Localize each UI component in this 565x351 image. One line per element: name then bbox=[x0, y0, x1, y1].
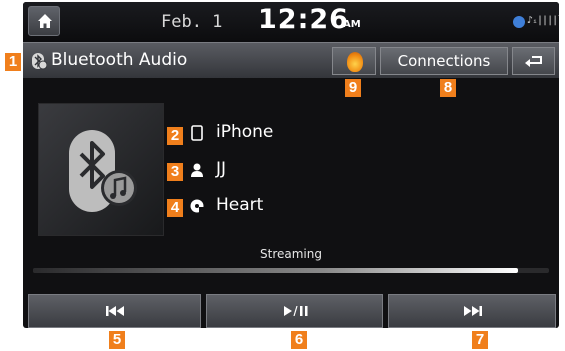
song-title: Heart bbox=[216, 195, 264, 215]
bluetooth-music-icon bbox=[69, 130, 137, 212]
next-track-button[interactable] bbox=[388, 294, 556, 328]
status-ampm: AM bbox=[343, 19, 361, 30]
previous-track-button[interactable] bbox=[28, 294, 201, 328]
home-icon bbox=[38, 14, 52, 28]
status-date: Feb. 1 bbox=[161, 12, 223, 32]
bluetooth-icon bbox=[513, 16, 525, 28]
callout-9: 9 bbox=[345, 79, 361, 97]
voice-assistant-button[interactable] bbox=[332, 47, 376, 75]
album-art bbox=[38, 103, 164, 236]
progress-bar bbox=[33, 268, 549, 273]
back-icon bbox=[525, 56, 542, 67]
title-bar: Bluetooth Audio Connections bbox=[23, 42, 559, 78]
play-pause-button[interactable] bbox=[206, 294, 383, 328]
callout-7: 7 bbox=[472, 331, 488, 349]
voice-assistant-icon bbox=[347, 52, 363, 72]
callout-3: 3 bbox=[167, 163, 183, 181]
home-button[interactable] bbox=[28, 6, 60, 36]
song-icon bbox=[190, 199, 204, 213]
callout-2: 2 bbox=[167, 127, 183, 145]
source-title: Bluetooth Audio bbox=[51, 50, 188, 70]
callout-1: 1 bbox=[5, 53, 21, 71]
connections-button[interactable]: Connections bbox=[380, 47, 508, 75]
phone-icon bbox=[191, 125, 203, 141]
back-button[interactable] bbox=[512, 47, 555, 75]
previous-track-icon bbox=[106, 306, 124, 316]
device-name: iPhone bbox=[216, 122, 274, 142]
progress-fill bbox=[33, 268, 519, 273]
callout-6: 6 bbox=[291, 331, 307, 349]
artist-icon bbox=[191, 163, 203, 177]
status-bar: Feb. 1 12:26 AM ♪ᵢ||||ᵀᵃ bbox=[23, 2, 559, 42]
callout-5: 5 bbox=[109, 331, 125, 349]
signal-bars-icon: ♪ᵢ||||ᵀᵃ bbox=[527, 15, 559, 26]
artist-name: JJ bbox=[216, 159, 227, 179]
status-time: 12:26 bbox=[258, 4, 349, 35]
bluetooth-audio-icon bbox=[32, 53, 47, 70]
playback-status: Streaming bbox=[260, 247, 322, 261]
next-track-icon bbox=[464, 306, 482, 316]
play-pause-icon bbox=[284, 306, 308, 316]
callout-4: 4 bbox=[167, 199, 183, 217]
head-unit-screen: Feb. 1 12:26 AM ♪ᵢ||||ᵀᵃ Bluetooth Audio… bbox=[23, 2, 559, 328]
callout-8: 8 bbox=[440, 79, 456, 97]
